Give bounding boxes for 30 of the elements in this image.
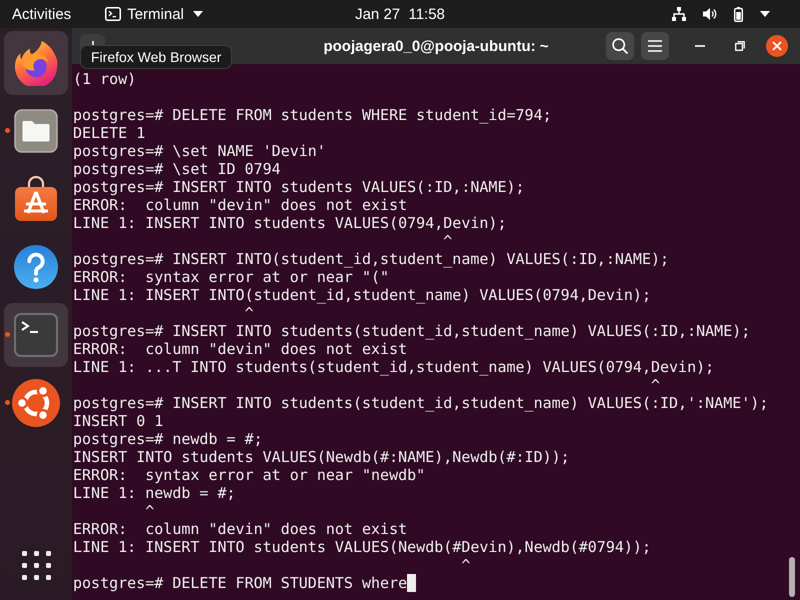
terminal-line: postgres=# DELETE FROM students WHERE student_id=794;: [73, 106, 552, 124]
terminal-line: ^: [145, 502, 154, 520]
terminal-line: postgres=# INSERT INTO students VALUES(:ID,:NAME);: [73, 178, 525, 196]
terminal-line: postgres=# INSERT INTO students(student_id,student_name) VALUES(:ID,':NAME');: [73, 394, 768, 412]
terminal-line: ^: [443, 232, 452, 250]
terminal-line: ^: [244, 304, 254, 322]
terminal-line: ERROR: column "devin" does not exist: [73, 340, 408, 358]
terminal-line: LINE 1: newdb = #;: [73, 484, 236, 502]
terminal-line: LINE 1: INSERT INTO(student_id,student_name) VALUES(0794,Devin);: [73, 286, 651, 304]
terminal-line: ERROR: syntax error at or near "newdb": [73, 466, 426, 484]
terminal-line: postgres=# INSERT INTO students(student_id,student_name) VALUES(:ID,:NAME);: [73, 322, 750, 340]
terminal-line: ERROR: column "devin" does not exist: [73, 196, 408, 214]
terminal-line: (1 row): [73, 70, 136, 88]
terminal-line: ERROR: column "devin" does not exist: [73, 520, 408, 538]
terminal-line: LINE 1: INSERT INTO students VALUES(0794,Devin);: [73, 214, 506, 232]
terminal-line: postgres=# \set NAME 'Devin': [73, 142, 326, 160]
tooltip: Firefox Web Browser: [80, 45, 232, 69]
terminal-line: DELETE 1: [73, 124, 146, 142]
terminal-line: ^: [461, 556, 470, 574]
terminal-line: INSERT INTO students VALUES(Newdb(#:NAME),Newdb(#:ID));: [73, 448, 570, 466]
terminal-line: postgres=# \set ID 0794: [73, 160, 281, 178]
terminal-line: postgres=# INSERT INTO(student_id,student_name) VALUES(:ID,:NAME);: [73, 250, 670, 268]
terminal-line: ERROR: syntax error at or near "(": [73, 268, 390, 286]
terminal-line: postgres=# DELETE FROM STUDENTS where: [73, 574, 408, 592]
window-title: poojagera0_0@pooja-ubuntu: ~: [323, 38, 549, 54]
terminal-line: INSERT 0 1: [73, 412, 164, 430]
terminal-line: ^: [650, 376, 660, 394]
terminal-line: LINE 1: ...T INTO students(student_id,student_name) VALUES(0794,Devin);: [73, 358, 714, 376]
terminal-line: LINE 1: INSERT INTO students VALUES(Newdb(#Devin),Newdb(#0794));: [73, 538, 651, 556]
terminal-line: postgres=# newdb = #;: [73, 430, 263, 448]
